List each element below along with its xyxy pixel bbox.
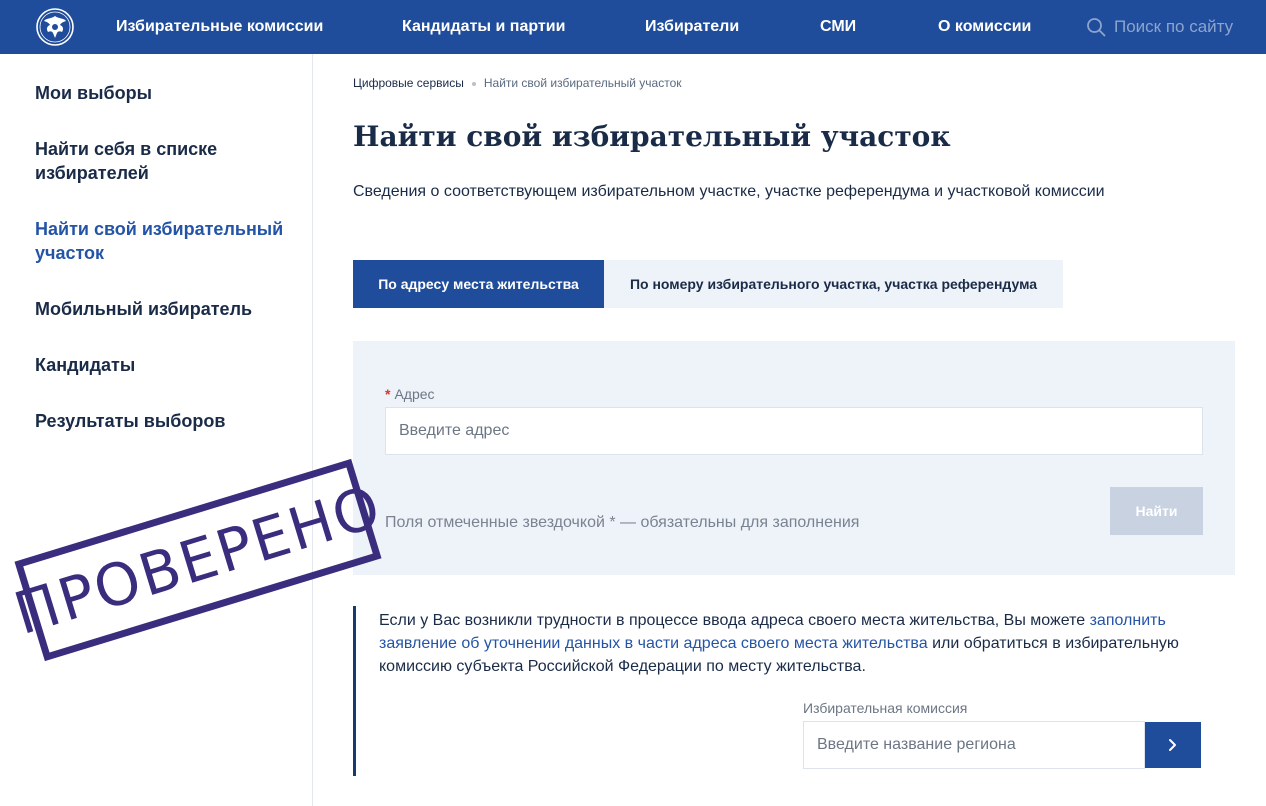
tab-by-station-number[interactable]: По номеру избирательного участка, участк… bbox=[604, 260, 1063, 308]
nav-election-commissions[interactable]: Избирательные комиссии bbox=[116, 0, 323, 54]
address-input[interactable] bbox=[385, 407, 1203, 455]
nav-about-commission[interactable]: О комиссии bbox=[938, 0, 1031, 54]
search-form-panel bbox=[353, 341, 1235, 575]
address-label: * Адрес bbox=[385, 386, 435, 402]
sidebar-item-mobile-voter[interactable]: Мобильный избиратель bbox=[35, 297, 295, 321]
search-input[interactable] bbox=[1114, 17, 1242, 37]
breadcrumb: Цифровые сервисы Найти свой избирательный… bbox=[353, 76, 682, 90]
tab-by-address[interactable]: По адресу места жительства bbox=[353, 260, 604, 308]
top-navigation-bar: Избирательные комиссии Кандидаты и парти… bbox=[0, 0, 1266, 54]
search-icon[interactable] bbox=[1086, 17, 1106, 37]
commission-label: Избирательная комиссия bbox=[803, 700, 968, 716]
breadcrumb-current: Найти свой избирательный участок bbox=[483, 76, 682, 90]
russia-emblem-icon[interactable] bbox=[34, 7, 76, 47]
sidebar-item-candidates[interactable]: Кандидаты bbox=[35, 353, 295, 377]
page-subtitle: Сведения о соответствующем избирательном… bbox=[353, 183, 1105, 200]
region-input[interactable] bbox=[803, 721, 1145, 769]
sidebar-item-find-in-voter-list[interactable]: Найти себя в списке избирателей bbox=[35, 137, 295, 185]
page-title: Найти свой избирательный участок bbox=[353, 120, 951, 153]
breadcrumb-digital-services[interactable]: Цифровые сервисы bbox=[353, 76, 464, 90]
required-fields-hint: Поля отмеченные звездочкой * — обязатель… bbox=[385, 514, 860, 531]
sidebar-item-my-elections[interactable]: Мои выборы bbox=[35, 81, 295, 105]
sidebar-item-find-polling-station[interactable]: Найти свой избирательный участок bbox=[35, 217, 295, 265]
region-go-button[interactable] bbox=[1145, 722, 1201, 768]
required-mark: * bbox=[385, 386, 391, 402]
find-button[interactable]: Найти bbox=[1110, 487, 1203, 535]
sidebar-item-election-results[interactable]: Результаты выборов bbox=[35, 409, 295, 433]
chevron-right-icon bbox=[1169, 739, 1176, 751]
breadcrumb-separator bbox=[471, 81, 476, 86]
info-note-text: Если у Вас возникли трудности в процессе… bbox=[379, 612, 1179, 675]
site-search bbox=[1086, 14, 1246, 40]
nav-media[interactable]: СМИ bbox=[820, 0, 856, 54]
nav-voters[interactable]: Избиратели bbox=[645, 0, 739, 54]
nav-candidates-parties[interactable]: Кандидаты и партии bbox=[402, 0, 565, 54]
